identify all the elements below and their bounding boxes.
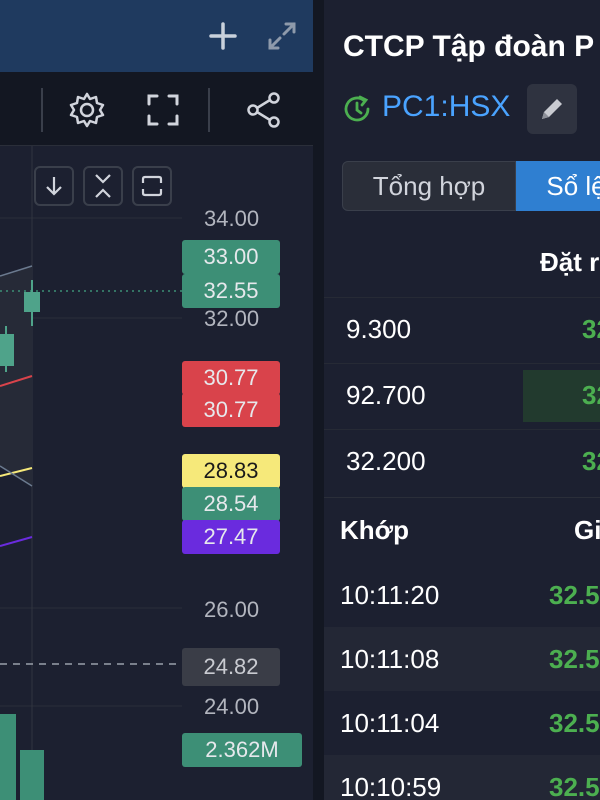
order-book-row: 92.700 32 bbox=[324, 363, 600, 429]
candle bbox=[0, 334, 14, 366]
order-price: 32 bbox=[582, 446, 600, 476]
collapse-button[interactable] bbox=[83, 166, 123, 206]
match-row: 10:11:20 32.5 bbox=[324, 563, 600, 627]
order-book-header: Đặt r bbox=[540, 247, 600, 277]
toolbar-divider bbox=[41, 88, 43, 132]
price-tag: 27.47 bbox=[182, 520, 280, 554]
price-tag: 30.77 bbox=[182, 361, 280, 395]
stock-title: CTCP Tập đoàn P bbox=[343, 30, 595, 63]
match-row: 10:10:59 32.5 bbox=[324, 755, 600, 800]
axis-label: 24.00 bbox=[204, 694, 260, 719]
plus-icon[interactable] bbox=[205, 18, 241, 54]
app-root: 34.00 32.00 26.00 24.00 33.00 32.55 30.7… bbox=[0, 0, 600, 800]
order-book-row: 32.200 32 bbox=[324, 429, 600, 495]
pencil-icon bbox=[542, 99, 562, 119]
match-time: 10:11:08 bbox=[340, 644, 440, 674]
order-price: 32 bbox=[582, 314, 600, 344]
price-tag: 28.54 bbox=[182, 487, 280, 521]
match-price: 32.5 bbox=[549, 708, 600, 738]
panel-tabs: Tổng hợp Sổ lệ bbox=[342, 161, 600, 211]
volume-tag: 2.362M bbox=[182, 733, 302, 767]
order-volume: 32.200 bbox=[346, 446, 426, 476]
price-tag: 28.83 bbox=[182, 454, 280, 488]
price-tag: 24.82 bbox=[182, 648, 280, 686]
match-price: 32.5 bbox=[549, 580, 600, 610]
arrow-down-button[interactable] bbox=[34, 166, 74, 206]
candle bbox=[24, 292, 40, 312]
stock-detail-panel: CTCP Tập đoàn P PC1:HSX Tổng hợp Sổ lệ Đ… bbox=[324, 0, 600, 800]
volume-bar bbox=[20, 750, 44, 800]
match-row: 10:11:08 32.5 bbox=[324, 627, 600, 691]
chart-panel: 34.00 32.00 26.00 24.00 33.00 32.55 30.7… bbox=[0, 0, 313, 800]
frame-button[interactable] bbox=[132, 166, 172, 206]
frame-icon bbox=[141, 175, 163, 197]
price-chart[interactable]: 34.00 32.00 26.00 24.00 33.00 32.55 30.7… bbox=[0, 146, 313, 800]
chart-top-bar bbox=[0, 0, 313, 72]
volume-bar bbox=[0, 714, 16, 800]
order-volume: 9.300 bbox=[346, 314, 412, 344]
order-book-row: 9.300 32 bbox=[324, 297, 600, 363]
share-icon[interactable] bbox=[244, 90, 284, 130]
fullscreen-icon[interactable] bbox=[143, 90, 183, 130]
price-tag: 33.00 bbox=[182, 240, 280, 274]
match-time: 10:11:04 bbox=[340, 708, 440, 738]
matches-header-time: Khớp bbox=[340, 515, 410, 545]
stock-symbol[interactable]: PC1:HSX bbox=[382, 90, 510, 124]
price-tag: 30.77 bbox=[182, 393, 280, 427]
match-time: 10:10:59 bbox=[340, 772, 442, 800]
chart-toolbar bbox=[0, 72, 313, 146]
match-row: 10:11:04 32.5 bbox=[324, 691, 600, 755]
match-price: 32.5 bbox=[549, 644, 600, 674]
edit-button[interactable] bbox=[527, 84, 577, 134]
order-price: 32 bbox=[582, 380, 600, 410]
toolbar-divider bbox=[208, 88, 210, 132]
axis-label: 26.00 bbox=[204, 597, 260, 622]
purple-line bbox=[0, 536, 33, 547]
match-time: 10:11:20 bbox=[340, 580, 440, 610]
arrow-down-icon bbox=[46, 177, 62, 196]
matches-header-price: Gi bbox=[574, 515, 600, 545]
matches-header: Khớp Gi bbox=[324, 497, 600, 563]
clock-refresh-icon[interactable] bbox=[342, 94, 372, 124]
axis-label: 32.00 bbox=[204, 306, 260, 331]
gear-icon[interactable] bbox=[67, 90, 107, 130]
tab-so-lenh[interactable]: Sổ lệ bbox=[516, 161, 600, 211]
collapse-icon bbox=[95, 174, 111, 198]
expand-icon[interactable] bbox=[264, 18, 300, 54]
order-volume: 92.700 bbox=[346, 380, 426, 410]
price-tag: 32.55 bbox=[182, 274, 280, 308]
axis-label: 34.00 bbox=[204, 206, 260, 231]
tab-tong-hop[interactable]: Tổng hợp bbox=[342, 161, 516, 211]
match-price: 32.5 bbox=[549, 772, 600, 800]
